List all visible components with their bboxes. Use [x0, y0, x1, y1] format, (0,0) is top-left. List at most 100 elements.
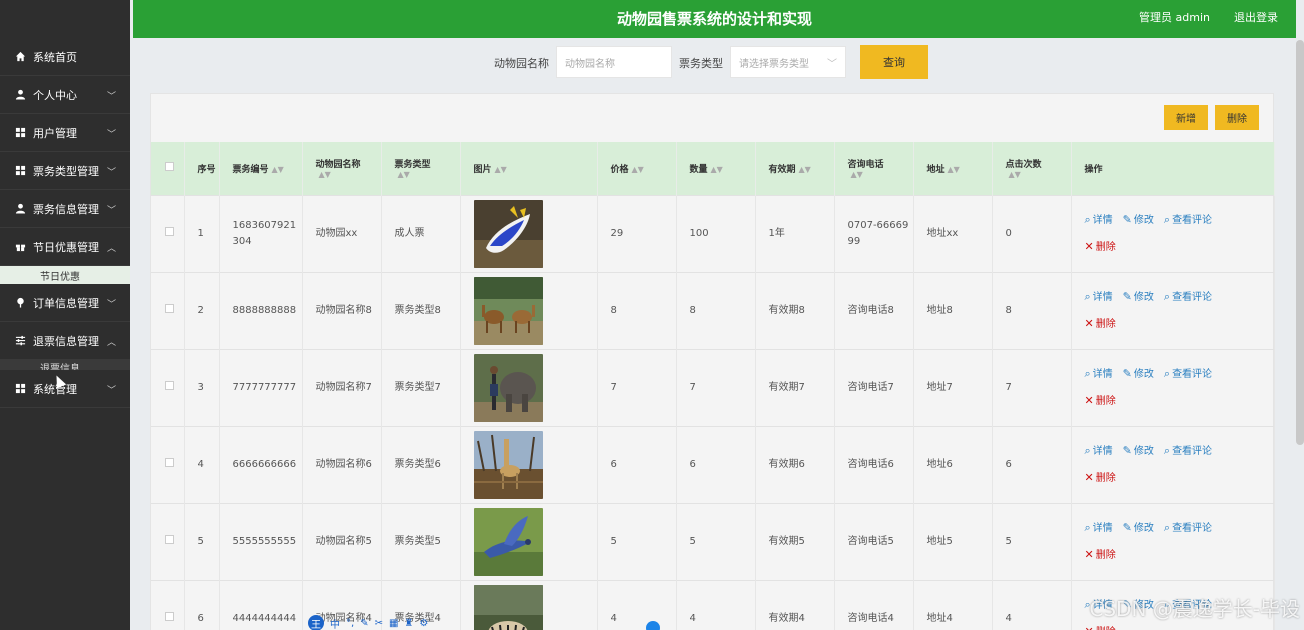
col-header-type[interactable]: 票务类型 ▲▼: [381, 142, 461, 195]
col-header-zoo[interactable]: 动物园名称 ▲▼: [302, 142, 382, 195]
query-button[interactable]: 查询: [860, 45, 928, 79]
sidebar-item-refund-management[interactable]: 退票信息管理 ︿: [0, 322, 130, 360]
ticket-image[interactable]: [473, 507, 597, 576]
search-icon: ⌕: [1084, 443, 1091, 457]
ime-skin-icon[interactable]: ♜: [404, 618, 413, 629]
sidebar-item-label: 个人中心: [33, 88, 77, 102]
ime-lang[interactable]: 中: [330, 616, 340, 630]
cell-code: 5555555555: [219, 503, 303, 580]
ime-settings-icon[interactable]: ⚙: [419, 618, 428, 629]
row-checkbox[interactable]: [151, 426, 185, 503]
row-checkbox[interactable]: [151, 272, 185, 349]
sidebar-item-user-management[interactable]: 用户管理 ﹀: [0, 114, 130, 152]
logout-link[interactable]: 退出登录: [1234, 9, 1278, 25]
floating-dot[interactable]: [646, 621, 660, 630]
delete-button[interactable]: ✕删除: [1085, 471, 1116, 484]
detail-button[interactable]: ⌕ 详情: [1084, 443, 1113, 457]
col-header-valid[interactable]: 有效期 ▲▼: [755, 142, 835, 195]
view-comments-button[interactable]: ⌕ 查看评论: [1164, 213, 1212, 226]
sidebar-item-system-management[interactable]: 系统管理 ﹀: [0, 370, 130, 408]
ticket-image[interactable]: [473, 353, 597, 422]
cell-no: 4: [184, 426, 220, 503]
delete-button[interactable]: ✕删除: [1085, 394, 1116, 407]
col-header-addr[interactable]: 地址 ▲▼: [913, 142, 993, 195]
col-header-phone[interactable]: 咨询电话 ▲▼: [834, 142, 914, 195]
detail-button[interactable]: ⌕ 详情: [1085, 290, 1113, 303]
cell-addr: 地址4: [913, 580, 993, 630]
cell-price: 6: [597, 426, 677, 503]
cell-image[interactable]: [460, 349, 598, 426]
view-comments-button[interactable]: ⌕ 查看评论: [1164, 367, 1212, 380]
ime-keyboard-icon[interactable]: ▦: [389, 618, 398, 629]
detail-button[interactable]: ⌕ 详情: [1085, 367, 1113, 380]
ticket-image[interactable]: [473, 430, 597, 499]
edit-button[interactable]: ✎ 修改: [1122, 212, 1154, 226]
ticket-image[interactable]: [473, 199, 597, 268]
col-header-qty[interactable]: 数量 ▲▼: [676, 142, 756, 195]
view-comments-button[interactable]: ⌕ 查看评论: [1164, 444, 1212, 457]
cell-valid: 有效期6: [755, 426, 835, 503]
sort-icon: ▲▼: [631, 164, 644, 174]
add-button[interactable]: 新增: [1164, 105, 1208, 130]
sidebar-item-ticket-type-management[interactable]: 票务类型管理 ﹀: [0, 152, 130, 190]
sidebar-item-order-management[interactable]: 订单信息管理 ﹀: [0, 284, 130, 322]
sidebar-subitem-refund[interactable]: 退票信息: [0, 360, 130, 370]
ticket-image[interactable]: [473, 584, 597, 630]
row-checkbox[interactable]: [151, 349, 185, 426]
sidebar-subitem-holiday[interactable]: 节日优惠: [0, 266, 130, 284]
detail-button[interactable]: ⌕ 详情: [1084, 520, 1113, 534]
delete-button[interactable]: ✕删除: [1085, 548, 1116, 561]
row-checkbox[interactable]: [151, 195, 185, 272]
cell-qty: 6: [676, 426, 756, 503]
cell-image[interactable]: [460, 272, 598, 349]
col-header-image[interactable]: 图片 ▲▼: [460, 142, 598, 195]
table-row: 5 5555555555 动物园名称5 票务类型5 5 5 有效期5 咨询电话5 地址5 5 ⌕ 详情…: [151, 503, 1275, 580]
page-scrollbar[interactable]: [1296, 40, 1304, 445]
cell-image[interactable]: [460, 503, 598, 580]
ime-badge[interactable]: 王: [308, 615, 324, 630]
chevron-down-icon: ﹀: [827, 58, 837, 70]
ticket-image[interactable]: [473, 276, 597, 345]
row-checkbox[interactable]: [151, 580, 185, 630]
pencil-icon: ✎: [1122, 212, 1132, 226]
col-header-no: 序号: [184, 142, 220, 195]
select-all-checkbox[interactable]: [151, 142, 185, 195]
ticket-type-select[interactable]: 请选择票务类型 ﹀: [730, 46, 846, 78]
batch-delete-button[interactable]: 删除: [1215, 105, 1259, 130]
edit-button[interactable]: ✎ 修改: [1123, 367, 1154, 380]
cell-image[interactable]: [460, 426, 598, 503]
cell-phone: 咨询电话4: [834, 580, 914, 630]
chevron-icon: ﹀: [106, 168, 116, 178]
cell-ops: ⌕详情 ✎修改 ⌕查看评论 ✕删除: [1071, 349, 1275, 426]
chevron-icon: ︿: [106, 244, 116, 254]
view-comments-button[interactable]: ⌕ 查看评论: [1164, 290, 1212, 303]
ime-pen-icon[interactable]: ✎: [360, 618, 368, 629]
row-checkbox[interactable]: [151, 503, 185, 580]
sidebar-item-home[interactable]: 系统首页: [0, 38, 130, 76]
col-header-price[interactable]: 价格 ▲▼: [597, 142, 677, 195]
cell-price: 4: [597, 580, 677, 630]
sidebar-item-label: 系统首页: [33, 50, 77, 64]
sidebar-item-personal-center[interactable]: 个人中心 ﹀: [0, 76, 130, 114]
cell-ops: ⌕详情 ✎修改 ⌕查看评论 ✕删除: [1071, 272, 1275, 349]
sidebar-item-ticket-info-management[interactable]: 票务信息管理 ﹀: [0, 190, 130, 228]
edit-button[interactable]: ✎ 修改: [1123, 290, 1154, 303]
cell-clicks: 6: [992, 426, 1072, 503]
zoo-name-input[interactable]: 动物园名称: [556, 46, 672, 78]
cell-image[interactable]: [460, 195, 598, 272]
search-icon: ⌕: [1084, 520, 1091, 534]
edit-button[interactable]: ✎ 修改: [1123, 521, 1154, 534]
edit-button[interactable]: ✎ 修改: [1123, 444, 1154, 457]
ime-scissors-icon[interactable]: ✂: [375, 618, 383, 629]
detail-button[interactable]: ⌕ 详情: [1085, 213, 1113, 226]
col-header-clicks[interactable]: 点击次数 ▲▼: [992, 142, 1072, 195]
delete-button[interactable]: ✕删除: [1085, 240, 1116, 253]
sort-icon: ▲▼: [1008, 169, 1021, 179]
col-header-code[interactable]: 票务编号 ▲▼: [219, 142, 303, 195]
cell-image[interactable]: [460, 580, 598, 630]
sidebar-item-holiday-discount-management[interactable]: 节日优惠管理 ︿: [0, 228, 130, 266]
view-comments-button[interactable]: ⌕ 查看评论: [1164, 521, 1212, 534]
cell-valid: 有效期8: [755, 272, 835, 349]
delete-button[interactable]: ✕删除: [1085, 317, 1116, 330]
ime-punct-icon[interactable]: °,: [346, 618, 354, 629]
